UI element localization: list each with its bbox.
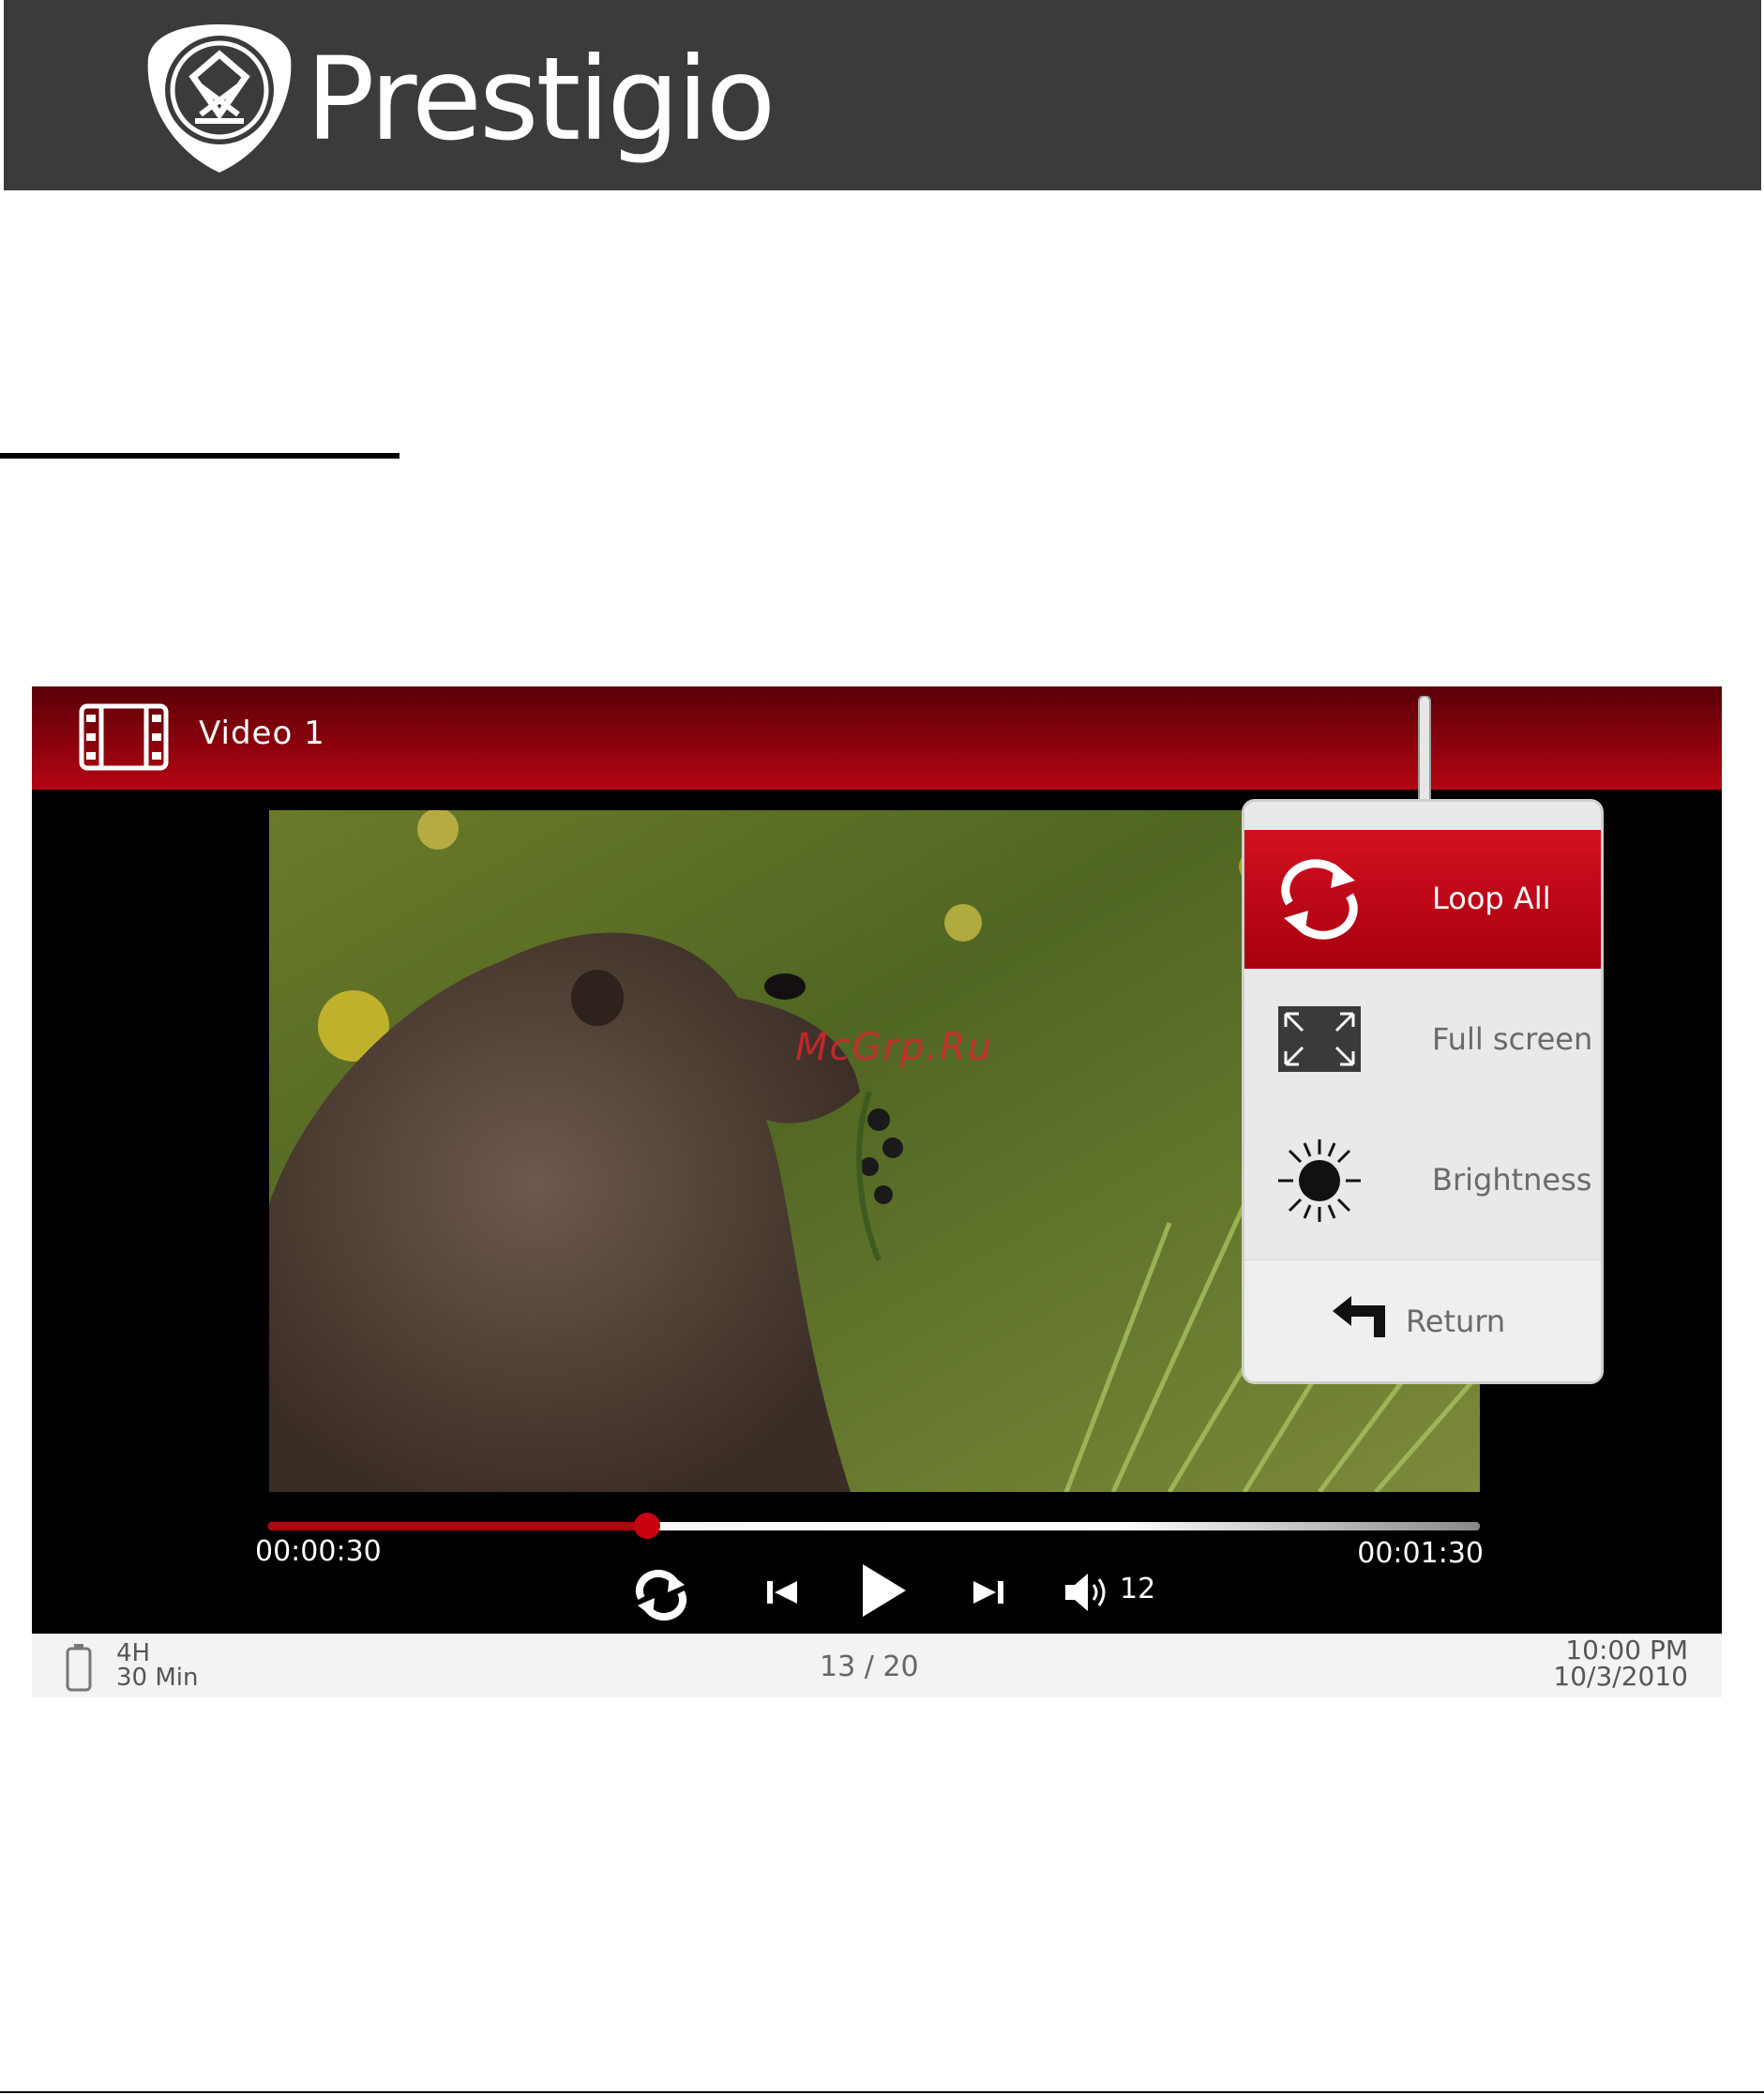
- page-counter: 13 / 20: [820, 1650, 919, 1683]
- brightness-icon: [1278, 1139, 1361, 1222]
- menu-item-brightness[interactable]: Brightness: [1244, 1111, 1601, 1250]
- section-rule: [0, 453, 400, 459]
- menu-item-label: Full screen: [1432, 1021, 1593, 1057]
- battery-remaining: 4H 30 Min: [116, 1641, 198, 1690]
- clock-date: 10/3/2010: [1553, 1661, 1688, 1692]
- return-label: Return: [1406, 1304, 1506, 1339]
- volume-level: 12: [1120, 1573, 1156, 1605]
- options-menu: Loop All Full screen Brightness Return: [1242, 799, 1604, 1384]
- menu-return-button[interactable]: Return: [1244, 1259, 1601, 1381]
- menu-item-full-screen[interactable]: Full screen: [1244, 971, 1601, 1109]
- prestigio-shield-logo: [147, 24, 292, 173]
- time-total: 00:01:30: [1357, 1537, 1484, 1570]
- menu-item-label: Brightness: [1432, 1162, 1592, 1198]
- clock: 10:00 PM 10/3/2010: [1553, 1637, 1688, 1690]
- progress-bar[interactable]: [268, 1513, 1480, 1539]
- brand-name: Prestigio: [306, 33, 776, 166]
- time-elapsed: 00:00:30: [255, 1535, 382, 1568]
- clock-time: 10:00 PM: [1565, 1635, 1688, 1665]
- battery-minutes: 30 Min: [116, 1664, 199, 1692]
- status-bar: 4H 30 Min 13 / 20 10:00 PM 10/3/2010: [32, 1634, 1722, 1697]
- loop-control-icon[interactable]: [632, 1568, 690, 1622]
- title-bar: Video 1: [32, 686, 1722, 790]
- menu-item-label: Loop All: [1432, 881, 1551, 916]
- play-icon[interactable]: [857, 1560, 910, 1620]
- next-track-icon[interactable]: [970, 1575, 1007, 1609]
- bottom-rule: [0, 2091, 1764, 2093]
- video-player-screen: Video 1 00:00:30 00:01:30 12 Loop All Fu…: [32, 686, 1722, 1697]
- watermark: McGrp.Ru: [795, 1026, 994, 1069]
- volume-icon[interactable]: [1063, 1572, 1112, 1613]
- loop-icon: [1281, 859, 1358, 940]
- fullscreen-icon: [1278, 1006, 1361, 1072]
- return-arrow-icon: [1333, 1296, 1385, 1337]
- film-icon: [79, 703, 169, 771]
- video-title: Video 1: [199, 715, 325, 752]
- progress-knob[interactable]: [634, 1513, 661, 1539]
- header-banner: Prestigio: [4, 0, 1761, 190]
- battery-icon: [66, 1644, 92, 1692]
- previous-track-icon[interactable]: [763, 1575, 801, 1609]
- battery-hours: 4H: [116, 1639, 151, 1667]
- menu-item-loop-all[interactable]: Loop All: [1244, 830, 1601, 969]
- progress-fill: [268, 1522, 648, 1530]
